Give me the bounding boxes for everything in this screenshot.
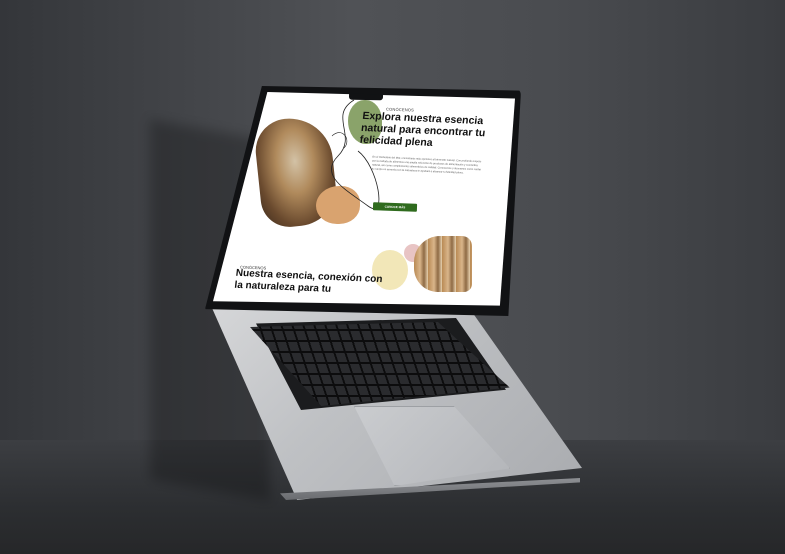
camera-notch — [348, 93, 384, 101]
hero-headline: Explora nuestra esencia natural para enc… — [359, 109, 486, 149]
conoce-mas-button[interactable]: CONOCE MÁS — [372, 202, 418, 212]
shop-shelves-photo — [414, 236, 472, 292]
